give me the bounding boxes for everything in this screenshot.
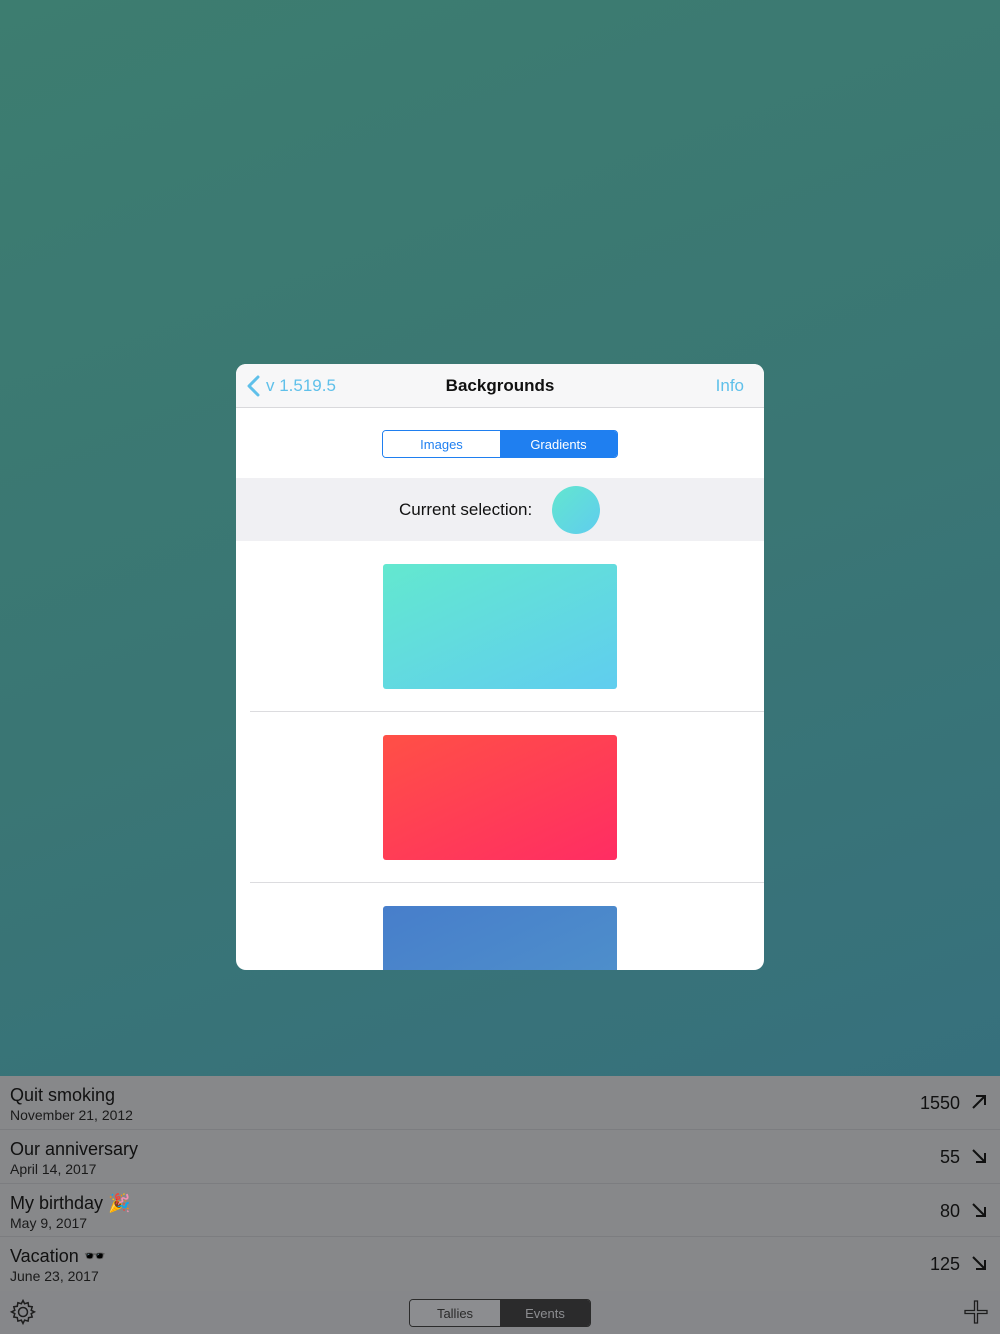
list-item[interactable]: Vacation 🕶️ June 23, 2017 125 xyxy=(0,1237,1000,1291)
list-item xyxy=(236,883,764,970)
event-count: 125 xyxy=(929,1254,960,1275)
event-date: May 9, 2017 xyxy=(10,1214,88,1231)
list-item[interactable]: Our anniversary April 14, 2017 55 xyxy=(0,1130,1000,1184)
list-item[interactable]: Quit smoking November 21, 2012 1550 xyxy=(0,1076,1000,1130)
arrow-down-right-icon xyxy=(972,1149,986,1163)
current-selection-swatch xyxy=(552,486,600,534)
tab-tallies[interactable]: Tallies xyxy=(410,1300,500,1326)
segment-gradients[interactable]: Gradients xyxy=(500,431,617,457)
event-title: Our anniversary xyxy=(10,1138,139,1159)
event-count: 1550 xyxy=(919,1093,960,1113)
event-count: 55 xyxy=(939,1146,960,1167)
gear-icon[interactable] xyxy=(9,1298,37,1326)
event-title: My birthday 🎉 xyxy=(10,1192,131,1213)
add-icon[interactable] xyxy=(964,1300,988,1324)
list-item xyxy=(236,712,764,883)
list-item[interactable]: My birthday 🎉 May 9, 2017 80 xyxy=(0,1184,1000,1238)
current-selection-row: Current selection: xyxy=(236,478,764,541)
events-list: Quit smoking November 21, 2012 1550 Our … xyxy=(0,1076,1000,1291)
gradient-option-blue[interactable] xyxy=(383,906,617,970)
arrow-down-right-icon xyxy=(972,1202,986,1217)
view-segmented-control: Tallies Events xyxy=(409,1299,591,1327)
arrow-up-right-icon xyxy=(972,1095,986,1109)
event-date: June 23, 2017 xyxy=(10,1268,99,1285)
gradient-list xyxy=(236,541,764,970)
tab-events[interactable]: Events xyxy=(500,1300,590,1326)
current-selection-label: Current selection: xyxy=(399,500,533,519)
gradient-option-teal[interactable] xyxy=(383,564,617,689)
arrow-down-right-icon xyxy=(972,1256,986,1271)
segment-images[interactable]: Images xyxy=(383,431,500,457)
event-title: Quit smoking xyxy=(10,1085,116,1105)
info-button[interactable]: Info xyxy=(716,376,744,396)
background-type-segmented-control: Images Gradients xyxy=(382,430,618,458)
page-title: Backgrounds xyxy=(445,376,555,395)
event-date: April 14, 2017 xyxy=(10,1160,97,1177)
event-count: 80 xyxy=(939,1200,960,1221)
event-date: November 21, 2012 xyxy=(10,1107,133,1123)
event-title: Vacation 🕶️ xyxy=(10,1246,107,1267)
list-item xyxy=(236,541,764,712)
bottom-toolbar: Tallies Events xyxy=(0,1291,1000,1334)
backgrounds-modal: v 1.519.5 Backgrounds Info Images Gradie… xyxy=(236,364,764,970)
navigation-bar: v 1.519.5 Backgrounds Info xyxy=(236,364,764,408)
gradient-option-red[interactable] xyxy=(383,735,617,860)
